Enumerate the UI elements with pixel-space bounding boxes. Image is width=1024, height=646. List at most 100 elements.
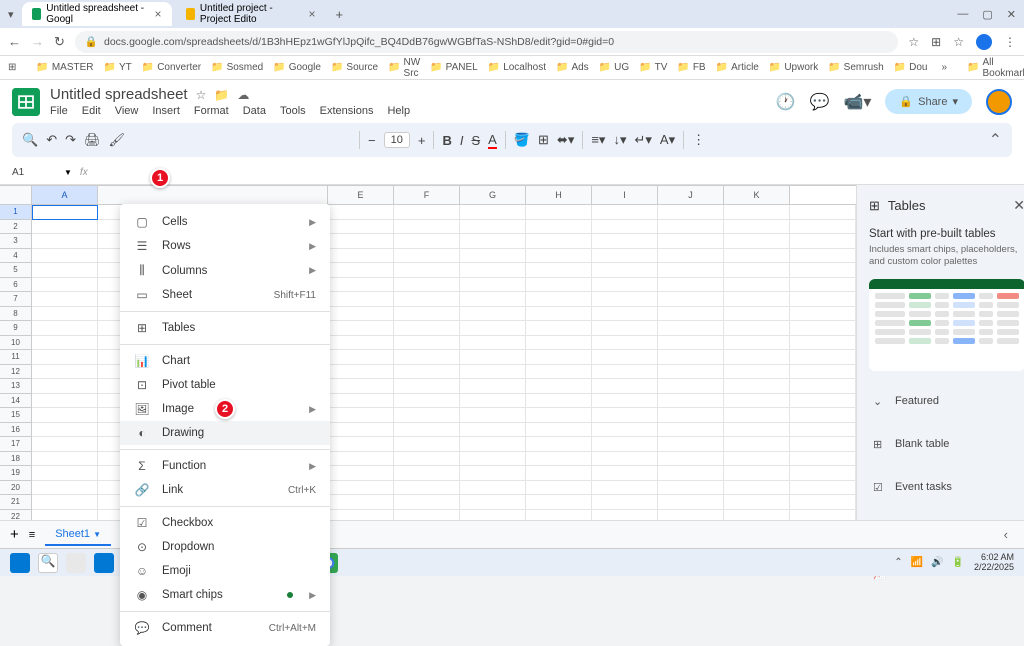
cell[interactable] [592,495,658,510]
cell[interactable] [658,350,724,365]
cell[interactable] [592,205,658,220]
cell[interactable] [526,249,592,264]
cell[interactable] [32,408,98,423]
cell[interactable] [328,307,394,322]
row-header[interactable]: 7 [0,292,32,307]
url-input[interactable]: 🔒 docs.google.com/spreadsheets/d/1B3hHEp… [75,31,899,53]
cell[interactable] [526,205,592,220]
cell[interactable] [460,495,526,510]
cell[interactable] [328,394,394,409]
cell[interactable] [394,321,460,336]
cell[interactable] [526,408,592,423]
cell[interactable] [394,278,460,293]
cell[interactable] [592,278,658,293]
cell[interactable] [724,466,790,481]
column-header[interactable] [98,186,328,204]
cell[interactable] [592,234,658,249]
cell[interactable] [460,307,526,322]
bookmark-item[interactable]: 📁Semrush [828,62,883,73]
cell[interactable] [328,234,394,249]
comments-icon[interactable]: 💬 [810,92,830,112]
cell[interactable] [460,481,526,496]
search-icon[interactable]: 🔍 [22,132,38,148]
cell[interactable] [460,408,526,423]
all-bookmarks[interactable]: 📁All Bookmarks [967,57,1024,79]
cell[interactable] [658,365,724,380]
cell[interactable] [526,481,592,496]
font-size-input[interactable]: 10 [384,132,410,148]
cell[interactable] [724,263,790,278]
cell[interactable] [790,437,856,452]
menu-item-function[interactable]: ΣFunction▶ [120,454,330,478]
sheets-logo-icon[interactable] [12,88,40,116]
cell[interactable] [724,220,790,235]
cell[interactable] [724,452,790,467]
menu-item-columns[interactable]: ⫼Columns▶ [120,258,330,283]
row-header[interactable]: 19 [0,466,32,481]
select-all-corner[interactable] [0,186,32,204]
cell[interactable] [790,466,856,481]
undo-icon[interactable]: ↶ [46,132,57,148]
print-icon[interactable]: 🖨 [84,132,101,148]
share-button[interactable]: 🔒 Share ▾ [885,89,972,114]
menu-format[interactable]: Format [194,105,229,117]
clock[interactable]: 6:02 AM 2/22/2025 [974,553,1014,573]
profile-avatar[interactable] [976,34,992,50]
cell[interactable] [724,292,790,307]
cell[interactable] [658,495,724,510]
wrap-icon[interactable]: ↵▾ [635,132,652,148]
close-tab-icon[interactable]: × [309,7,316,21]
cell[interactable] [328,379,394,394]
cell[interactable] [328,205,394,220]
cell[interactable] [658,321,724,336]
fill-color-icon[interactable]: 🪣 [514,132,530,148]
cell[interactable] [394,481,460,496]
menu-item-emoji[interactable]: ☺Emoji [120,559,330,583]
cell[interactable] [460,365,526,380]
cell[interactable] [32,350,98,365]
menu-item-chart[interactable]: 📊Chart [120,349,330,373]
cell[interactable] [32,292,98,307]
cell[interactable] [658,423,724,438]
cell-reference[interactable]: A1 [12,167,56,178]
cell[interactable] [328,495,394,510]
row-header[interactable]: 3 [0,234,32,249]
cell[interactable] [526,263,592,278]
bookmark-item[interactable]: 📁Sosmed [211,62,263,73]
cell[interactable] [32,437,98,452]
cell[interactable] [790,336,856,351]
row-header[interactable]: 11 [0,350,32,365]
align-icon[interactable]: ≡▾ [591,132,605,148]
cell[interactable] [790,481,856,496]
cell[interactable] [592,249,658,264]
menu-edit[interactable]: Edit [82,105,101,117]
cell[interactable] [526,394,592,409]
cell[interactable] [32,307,98,322]
cell[interactable] [724,481,790,496]
row-header[interactable]: 12 [0,365,32,380]
history-icon[interactable]: 🕐 [776,92,796,112]
reload-icon[interactable]: ↻ [54,34,65,50]
cell[interactable] [526,278,592,293]
cell[interactable] [658,263,724,278]
extensions-icon[interactable]: ⊞ [931,35,941,49]
bookmark-item[interactable]: 📁Ads [556,62,589,73]
cell[interactable] [394,336,460,351]
text-color-icon[interactable]: A [488,132,497,149]
cell[interactable] [526,234,592,249]
row-header[interactable]: 13 [0,379,32,394]
cell[interactable] [32,220,98,235]
cell[interactable] [592,365,658,380]
cell[interactable] [658,220,724,235]
star-doc-icon[interactable]: ☆ [196,88,207,102]
close-sidebar-icon[interactable]: ✕ [1013,197,1024,214]
cell[interactable] [526,452,592,467]
cell[interactable] [526,336,592,351]
cell[interactable] [724,365,790,380]
row-header[interactable]: 18 [0,452,32,467]
cell[interactable] [724,379,790,394]
row-header[interactable]: 17 [0,437,32,452]
star-icon[interactable]: ☆ [953,35,964,49]
paint-format-icon[interactable]: 🖌 [109,132,126,148]
star-icon[interactable]: ☆ [908,35,919,49]
